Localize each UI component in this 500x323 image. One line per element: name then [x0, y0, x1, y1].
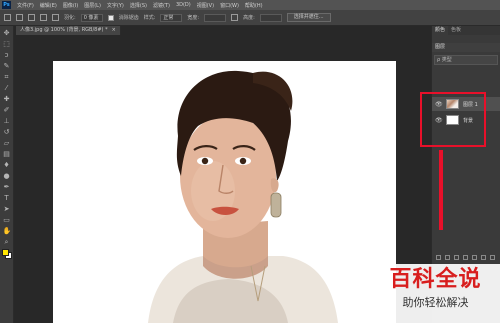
layers-panel-footer [432, 255, 500, 263]
options-bar: 羽化: 0 像素 消除锯齿 样式: 正常 宽度: 高度: 选择并遮住... [0, 10, 500, 26]
menu-image[interactable]: 图像(I) [63, 2, 78, 9]
menu-window[interactable]: 窗口(W) [220, 2, 239, 9]
foreground-color-swatch[interactable] [2, 249, 9, 256]
menu-help[interactable]: 帮助(H) [245, 2, 263, 9]
canvas-area [15, 35, 428, 323]
blur-icon[interactable]: ♦ [3, 161, 11, 169]
pen-icon[interactable]: ✒ [3, 183, 11, 191]
panel-tabs: 颜色 色板 [432, 26, 500, 35]
menu-edit[interactable]: 编辑(E) [40, 2, 57, 9]
add-selection-icon[interactable] [28, 14, 35, 21]
lasso-icon[interactable]: ↄ [3, 51, 11, 59]
adjustment-icon[interactable] [463, 255, 468, 260]
history-brush-icon[interactable]: ↺ [3, 128, 11, 136]
watermark-title: 百科全说 [389, 267, 482, 292]
shape-icon[interactable]: ▭ [3, 216, 11, 224]
swap-icon[interactable] [231, 14, 239, 21]
height-label: 高度: [243, 15, 255, 21]
highlight-box [420, 92, 486, 147]
subtract-selection-icon[interactable] [40, 14, 47, 21]
width-label: 宽度: [187, 15, 200, 21]
layers-panel-title[interactable]: 图层 [432, 43, 500, 52]
menu-3d[interactable]: 3D(D) [176, 2, 191, 8]
document-title: 人像3.jpg @ 100% (背景, RGB/8#) * [20, 27, 108, 33]
healing-icon[interactable]: ✚ [3, 95, 11, 103]
antialias-checkbox[interactable] [107, 14, 114, 21]
marquee-icon[interactable]: ⬚ [3, 40, 11, 48]
new-layer-icon[interactable] [481, 255, 486, 260]
width-input[interactable] [204, 13, 227, 22]
menu-view[interactable]: 视图(V) [197, 2, 214, 9]
delete-layer-icon[interactable] [490, 255, 495, 260]
document-tab[interactable]: 人像3.jpg @ 100% (背景, RGB/8#) * × [16, 26, 121, 35]
link-layers-icon[interactable] [436, 255, 441, 260]
tools-panel: ✥ ⬚ ↄ ✎ ⌗ ⁄ ✚ ✐ ⊥ ↺ ▱ ▤ ♦ ● ✒ T ➤ ▭ ✋ ⌕ [0, 26, 14, 323]
dodge-icon[interactable]: ● [3, 172, 11, 180]
document-canvas[interactable] [53, 61, 396, 323]
eraser-icon[interactable]: ▱ [3, 139, 11, 147]
antialias-label: 消除锯齿 [118, 15, 139, 21]
watermark-subtitle: 助你轻松解决 [402, 296, 469, 309]
height-input[interactable] [259, 13, 282, 22]
style-label: 样式: [143, 15, 156, 21]
intersect-selection-icon[interactable] [52, 14, 59, 21]
move-icon[interactable]: ✥ [3, 29, 11, 37]
tab-swatches[interactable]: 色板 [448, 26, 464, 35]
type-icon[interactable]: T [3, 194, 11, 202]
select-and-mask-button[interactable]: 选择并遮住... [286, 13, 331, 22]
close-icon[interactable]: × [112, 27, 116, 33]
menu-bar: Ps 文件(F) 编辑(E) 图像(I) 图层(L) 文字(Y) 选择(S) 滤… [0, 0, 500, 10]
menu-layer[interactable]: 图层(L) [84, 2, 101, 9]
watermark: 百科全说 助你轻松解决 [371, 264, 500, 323]
gradient-icon[interactable]: ▤ [3, 150, 11, 158]
menu-select[interactable]: 选择(S) [130, 2, 147, 9]
layer-kind-filter[interactable]: ρ 类型 [434, 55, 498, 65]
quick-select-icon[interactable]: ✎ [3, 62, 11, 70]
portrait-image [53, 61, 396, 323]
menu-type[interactable]: 文字(Y) [107, 2, 124, 9]
photoshop-logo-icon: Ps [2, 1, 11, 9]
marquee-preset-icon[interactable] [4, 14, 11, 21]
group-icon[interactable] [472, 255, 477, 260]
menu-file[interactable]: 文件(F) [17, 2, 34, 9]
eyedropper-icon[interactable]: ⁄ [3, 84, 11, 92]
feather-input[interactable]: 0 像素 [80, 13, 103, 22]
feather-label: 羽化: [64, 15, 76, 21]
menu-filter[interactable]: 滤镜(T) [153, 2, 170, 9]
hand-icon[interactable]: ✋ [3, 227, 12, 235]
zoom-icon[interactable]: ⌕ [3, 238, 11, 246]
new-selection-icon[interactable] [16, 14, 23, 21]
brush-icon[interactable]: ✐ [3, 106, 11, 114]
path-select-icon[interactable]: ➤ [3, 205, 11, 213]
mask-icon[interactable] [454, 255, 459, 260]
fx-icon[interactable] [445, 255, 450, 260]
crop-icon[interactable]: ⌗ [3, 73, 11, 81]
stamp-icon[interactable]: ⊥ [3, 117, 11, 125]
highlight-arrow [439, 150, 443, 230]
tab-color[interactable]: 颜色 [432, 26, 449, 35]
style-select[interactable]: 正常 [160, 13, 183, 22]
